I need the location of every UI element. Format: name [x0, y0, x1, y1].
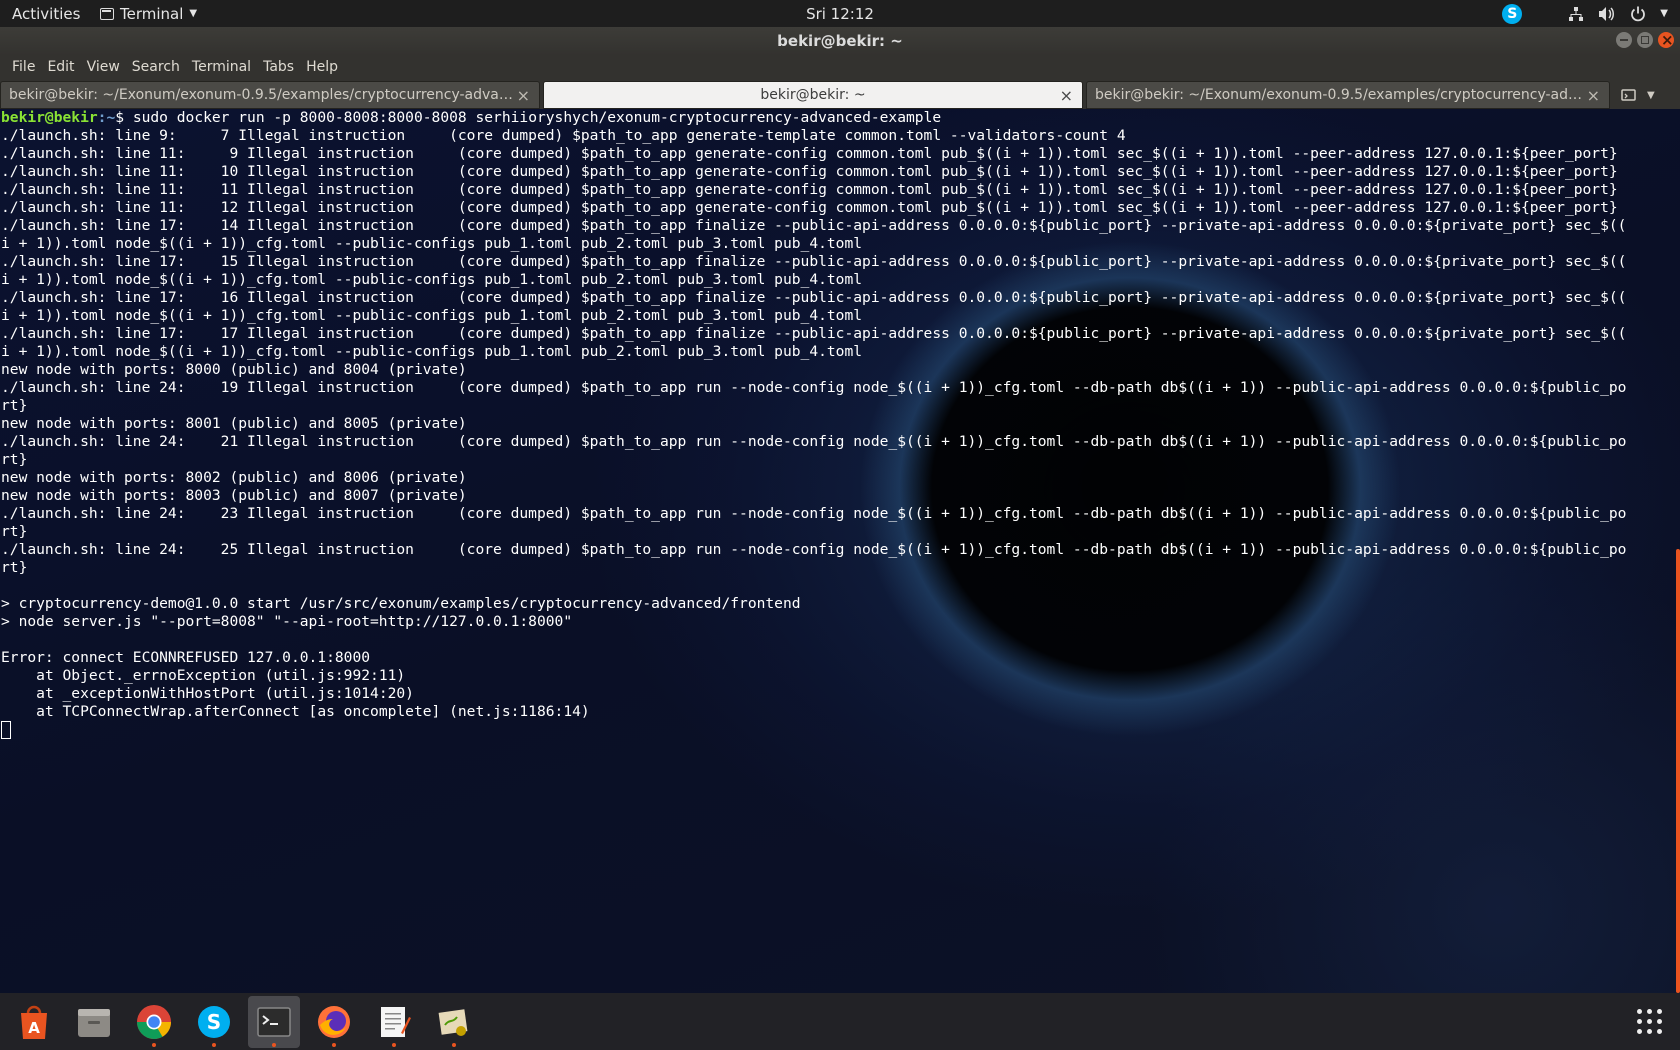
software-center-icon: A	[15, 1003, 53, 1041]
window-titlebar[interactable]: bekir@bekir: ~	[0, 26, 1680, 55]
network-icon[interactable]	[1568, 6, 1584, 22]
top-panel: Activities Terminal ▼ Sri 12:12 S ▼	[0, 0, 1680, 27]
text-editor-icon	[375, 1003, 413, 1041]
running-indicator	[212, 1042, 216, 1047]
show-applications-icon[interactable]	[1634, 1006, 1664, 1036]
menu-bar: File Edit View Search Terminal Tabs Help	[0, 55, 1680, 79]
running-indicator	[392, 1042, 396, 1047]
close-tab-icon[interactable]: ×	[1060, 86, 1073, 105]
running-indicator	[332, 1042, 336, 1047]
running-indicator	[152, 1042, 156, 1047]
menu-search[interactable]: Search	[126, 59, 186, 75]
menu-terminal[interactable]: Terminal	[186, 59, 257, 75]
window-controls	[1616, 26, 1674, 54]
dock-text-editor[interactable]	[368, 996, 420, 1048]
app-menu-button[interactable]: Terminal ▼	[100, 5, 197, 23]
app-menu-label: Terminal	[120, 4, 184, 23]
scrollbar-thumb[interactable]	[1676, 549, 1680, 993]
tab-exonum-2[interactable]: bekir@bekir: ~/Exonum/exonum-0.9.5/examp…	[1086, 81, 1610, 109]
svg-text:S: S	[207, 1010, 221, 1034]
skype-tray-icon[interactable]: S	[1502, 3, 1523, 24]
dock-terminal[interactable]	[248, 995, 300, 1048]
files-icon	[75, 1003, 113, 1041]
menu-tabs[interactable]: Tabs	[257, 59, 300, 75]
command-output: ./launch.sh: line 9: 7 Illegal instructi…	[1, 127, 1627, 720]
dock-software-center[interactable]: A	[8, 996, 60, 1048]
power-icon[interactable]	[1630, 6, 1646, 22]
window-title: bekir@bekir: ~	[777, 32, 903, 50]
chrome-icon	[135, 1003, 173, 1041]
maximize-button[interactable]	[1637, 32, 1653, 48]
svg-text:A: A	[28, 1019, 40, 1037]
gedit-draw-icon	[435, 1003, 473, 1041]
terminal-icon	[255, 1003, 293, 1041]
tab-bar: bekir@bekir: ~/Exonum/exonum-0.9.5/examp…	[0, 79, 1680, 109]
close-tab-icon[interactable]: ×	[1587, 86, 1600, 105]
menu-file[interactable]: File	[6, 59, 41, 75]
terminal-view[interactable]: bekir@bekir:~$ sudo docker run -p 8000-8…	[0, 109, 1680, 993]
running-indicator	[452, 1042, 456, 1047]
volume-icon[interactable]	[1598, 6, 1616, 22]
dock-draw[interactable]	[428, 996, 480, 1048]
tab-label: bekir@bekir: ~/Exonum/exonum-0.9.5/examp…	[1095, 87, 1583, 103]
menu-edit[interactable]: Edit	[41, 59, 80, 75]
tab-home[interactable]: bekir@bekir: ~ ×	[543, 81, 1083, 109]
chevron-down-icon: ▼	[189, 8, 198, 19]
tab-tools: ▼	[1621, 81, 1655, 109]
tab-label: bekir@bekir: ~/Exonum/exonum-0.9.5/examp…	[9, 87, 513, 103]
chevron-down-icon[interactable]: ▼	[1660, 8, 1668, 19]
tab-label: bekir@bekir: ~	[760, 87, 866, 103]
dock-chrome[interactable]	[128, 996, 180, 1048]
firefox-icon	[315, 1003, 353, 1041]
dock: A S	[0, 993, 1680, 1050]
menu-help[interactable]: Help	[300, 59, 344, 75]
chevron-down-icon[interactable]: ▼	[1647, 90, 1655, 101]
command-text: sudo docker run -p 8000-8008:8000-8008 s…	[132, 109, 942, 126]
activities-button[interactable]: Activities	[0, 5, 94, 23]
scrollbar[interactable]	[1674, 109, 1680, 993]
terminal-output[interactable]: bekir@bekir:~$ sudo docker run -p 8000-8…	[1, 109, 1669, 739]
prompt-path: :~	[97, 109, 116, 126]
skype-icon: S	[195, 1003, 233, 1041]
dock-skype[interactable]: S	[188, 996, 240, 1048]
minimize-button[interactable]	[1616, 32, 1632, 48]
system-tray: S ▼	[1502, 0, 1668, 27]
running-indicator	[272, 1042, 276, 1047]
new-tab-icon[interactable]	[1621, 87, 1637, 103]
close-tab-icon[interactable]: ×	[517, 86, 530, 105]
close-button[interactable]	[1658, 26, 1674, 54]
dock-firefox[interactable]	[308, 996, 360, 1048]
prompt-symbol: $	[115, 109, 133, 126]
text-cursor	[1, 721, 11, 739]
terminal-icon	[100, 7, 114, 20]
dock-files[interactable]	[68, 996, 120, 1048]
menu-view[interactable]: View	[81, 59, 126, 75]
prompt-user: bekir@bekir	[1, 109, 98, 126]
tab-exonum-1[interactable]: bekir@bekir: ~/Exonum/exonum-0.9.5/examp…	[0, 81, 540, 109]
clock[interactable]: Sri 12:12	[0, 5, 1680, 23]
